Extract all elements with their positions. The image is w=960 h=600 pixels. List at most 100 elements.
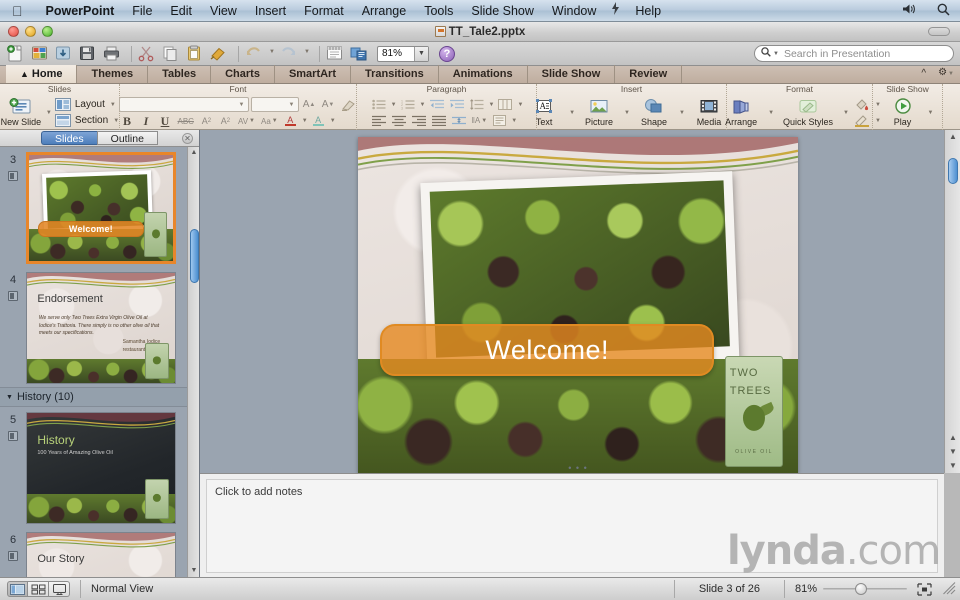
superscript-button[interactable]: A2 — [198, 114, 215, 128]
redo-dropdown-arrow[interactable]: ▼ — [303, 44, 312, 64]
zoom-slider-knob[interactable] — [855, 583, 867, 595]
stage-scroll-up-icon[interactable]: ▲ — [945, 130, 960, 144]
scroll-up-arrow-icon[interactable]: ▲ — [188, 147, 200, 159]
insert-picture-dropdown-arrow[interactable]: ▼ — [624, 110, 630, 116]
menu-item-window[interactable]: Window — [543, 0, 605, 22]
italic-button[interactable]: I — [138, 114, 155, 128]
notes-pane[interactable]: Click to add notes — [200, 473, 944, 577]
apple-logo-icon[interactable]:  — [12, 4, 23, 18]
slide-welcome-banner[interactable]: Welcome! — [380, 324, 714, 376]
paragraph-spacing-icon[interactable] — [450, 114, 468, 128]
new-slide-dropdown-arrow[interactable]: ▼ — [46, 110, 52, 116]
increase-indent-icon[interactable] — [448, 98, 466, 112]
triangle-down-icon[interactable]: ▼ — [6, 394, 13, 401]
align-text-icon[interactable] — [491, 114, 508, 128]
tab-tables[interactable]: Tables — [148, 65, 211, 83]
grow-font-button[interactable]: A▲ — [301, 98, 318, 112]
menu-item-powerpoint[interactable]: PowerPoint — [37, 0, 124, 22]
tab-home[interactable]: ▲Home — [6, 65, 77, 83]
insert-text-button[interactable]: A Text — [523, 96, 565, 130]
tab-smartart[interactable]: SmartArt — [275, 65, 351, 83]
slide-sorter-icon[interactable] — [28, 581, 49, 597]
menu-item-tools[interactable]: Tools — [415, 0, 462, 22]
insert-text-dropdown-arrow[interactable]: ▼ — [569, 110, 575, 116]
insert-picture-button[interactable]: Picture — [578, 96, 620, 130]
font-name-dropdown-arrow[interactable]: ▼ — [239, 102, 248, 108]
tab-charts[interactable]: Charts — [211, 65, 275, 83]
slide-thumbnail-5[interactable]: History 100 Years of Amazing Olive Oil — [26, 412, 176, 524]
paste-icon[interactable] — [185, 44, 207, 64]
new-slide-button[interactable]: New Slide — [0, 96, 42, 130]
menu-item-format[interactable]: Format — [295, 0, 353, 22]
list-item[interactable]: 6 Our Story • 1915 - Nonno and Ann Vital… — [0, 527, 187, 577]
character-spacing-button[interactable]: AV▼ — [236, 114, 257, 128]
tab-slide-show[interactable]: Slide Show — [528, 65, 616, 83]
numbering-dropdown-arrow[interactable]: ▼ — [420, 102, 426, 108]
notes-text-area[interactable]: Click to add notes — [206, 479, 938, 573]
list-item[interactable]: 3 Welcome! — [0, 147, 187, 267]
font-color-button[interactable]: A — [282, 114, 299, 128]
tab-themes[interactable]: Themes — [77, 65, 148, 83]
text-direction-icon[interactable]: ‖A▼ — [470, 114, 490, 128]
menu-item-file[interactable]: File — [123, 0, 161, 22]
tab-outline[interactable]: Outline — [97, 131, 158, 145]
undo-dropdown-arrow[interactable]: ▼ — [268, 44, 277, 64]
toolbar-toggle-button[interactable] — [928, 27, 950, 36]
line-spacing-dropdown-arrow[interactable]: ▼ — [489, 102, 495, 108]
change-case-button[interactable]: Aa▼ — [259, 114, 280, 128]
media-browser-icon[interactable] — [349, 44, 371, 64]
tab-review[interactable]: Review — [615, 65, 682, 83]
clear-formatting-icon[interactable] — [339, 98, 358, 112]
strikethrough-button[interactable]: ABC — [176, 114, 196, 128]
bold-button[interactable]: B — [119, 114, 136, 128]
subscript-button[interactable]: A2 — [217, 114, 234, 128]
align-text-dropdown-arrow[interactable]: ▼ — [511, 118, 517, 124]
script-menu-icon[interactable] — [605, 0, 626, 22]
menu-item-arrange[interactable]: Arrange — [353, 0, 415, 22]
underline-button[interactable]: U — [157, 114, 174, 128]
layout-dropdown-arrow[interactable]: ▼ — [110, 102, 116, 108]
tab-transitions[interactable]: Transitions — [351, 65, 439, 83]
ribbon-collapse-icon[interactable]: ^ — [915, 65, 932, 83]
numbered-list-icon[interactable]: 123 — [399, 98, 417, 112]
fill-color-icon[interactable] — [852, 98, 872, 112]
close-panel-icon[interactable]: ✕ — [182, 133, 193, 144]
highlight-dropdown-arrow[interactable]: ▼ — [330, 118, 336, 124]
bulleted-list-icon[interactable] — [370, 98, 388, 112]
next-slide-button[interactable]: ▼ — [945, 445, 960, 459]
search-scope-chevron-icon[interactable]: ▼ — [773, 51, 779, 57]
cut-icon[interactable] — [137, 44, 159, 64]
print-icon[interactable] — [102, 44, 124, 64]
tab-animations[interactable]: Animations — [439, 65, 528, 83]
align-center-icon[interactable] — [390, 114, 408, 128]
font-color-dropdown-arrow[interactable]: ▼ — [302, 118, 308, 124]
columns-icon[interactable] — [496, 98, 514, 112]
scrollbar-thumb[interactable] — [190, 229, 199, 283]
justify-icon[interactable] — [430, 114, 448, 128]
insert-shape-dropdown-arrow[interactable]: ▼ — [679, 110, 685, 116]
menu-item-view[interactable]: View — [201, 0, 246, 22]
bullets-dropdown-arrow[interactable]: ▼ — [391, 102, 397, 108]
spotlight-search-icon[interactable] — [927, 3, 960, 19]
align-left-icon[interactable] — [370, 114, 388, 128]
copy-icon[interactable] — [161, 44, 183, 64]
line-spacing-icon[interactable] — [468, 98, 486, 112]
insert-shape-button[interactable]: Shape — [633, 96, 675, 130]
shrink-font-button[interactable]: A▼ — [320, 98, 337, 112]
quick-styles-button[interactable]: Quick Styles — [777, 96, 839, 130]
font-name-input[interactable]: ▼ — [119, 97, 249, 112]
slide-editing-stage[interactable]: Welcome! TWO TREES OLIVE OIL • • • ••• — [200, 130, 944, 473]
line-color-icon[interactable] — [852, 114, 872, 128]
menu-item-slide-show[interactable]: Slide Show — [462, 0, 543, 22]
new-document-icon[interactable] — [6, 44, 28, 64]
font-size-dropdown-arrow[interactable]: ▼ — [289, 102, 298, 108]
section-button[interactable]: Section ▼ — [55, 114, 119, 128]
play-dropdown-arrow[interactable]: ▼ — [928, 110, 934, 116]
slide-panel-scrollbar[interactable]: ▲ ▼ — [187, 147, 199, 577]
align-right-icon[interactable] — [410, 114, 428, 128]
redo-icon[interactable] — [279, 44, 301, 64]
zoom-dropdown-arrow[interactable]: ▼ — [414, 47, 428, 61]
undo-icon[interactable] — [244, 44, 266, 64]
show-ruler-icon[interactable] — [325, 44, 347, 64]
slide-thumbnail-6[interactable]: Our Story • 1915 - Nonno and Ann Vitalo … — [26, 532, 176, 577]
